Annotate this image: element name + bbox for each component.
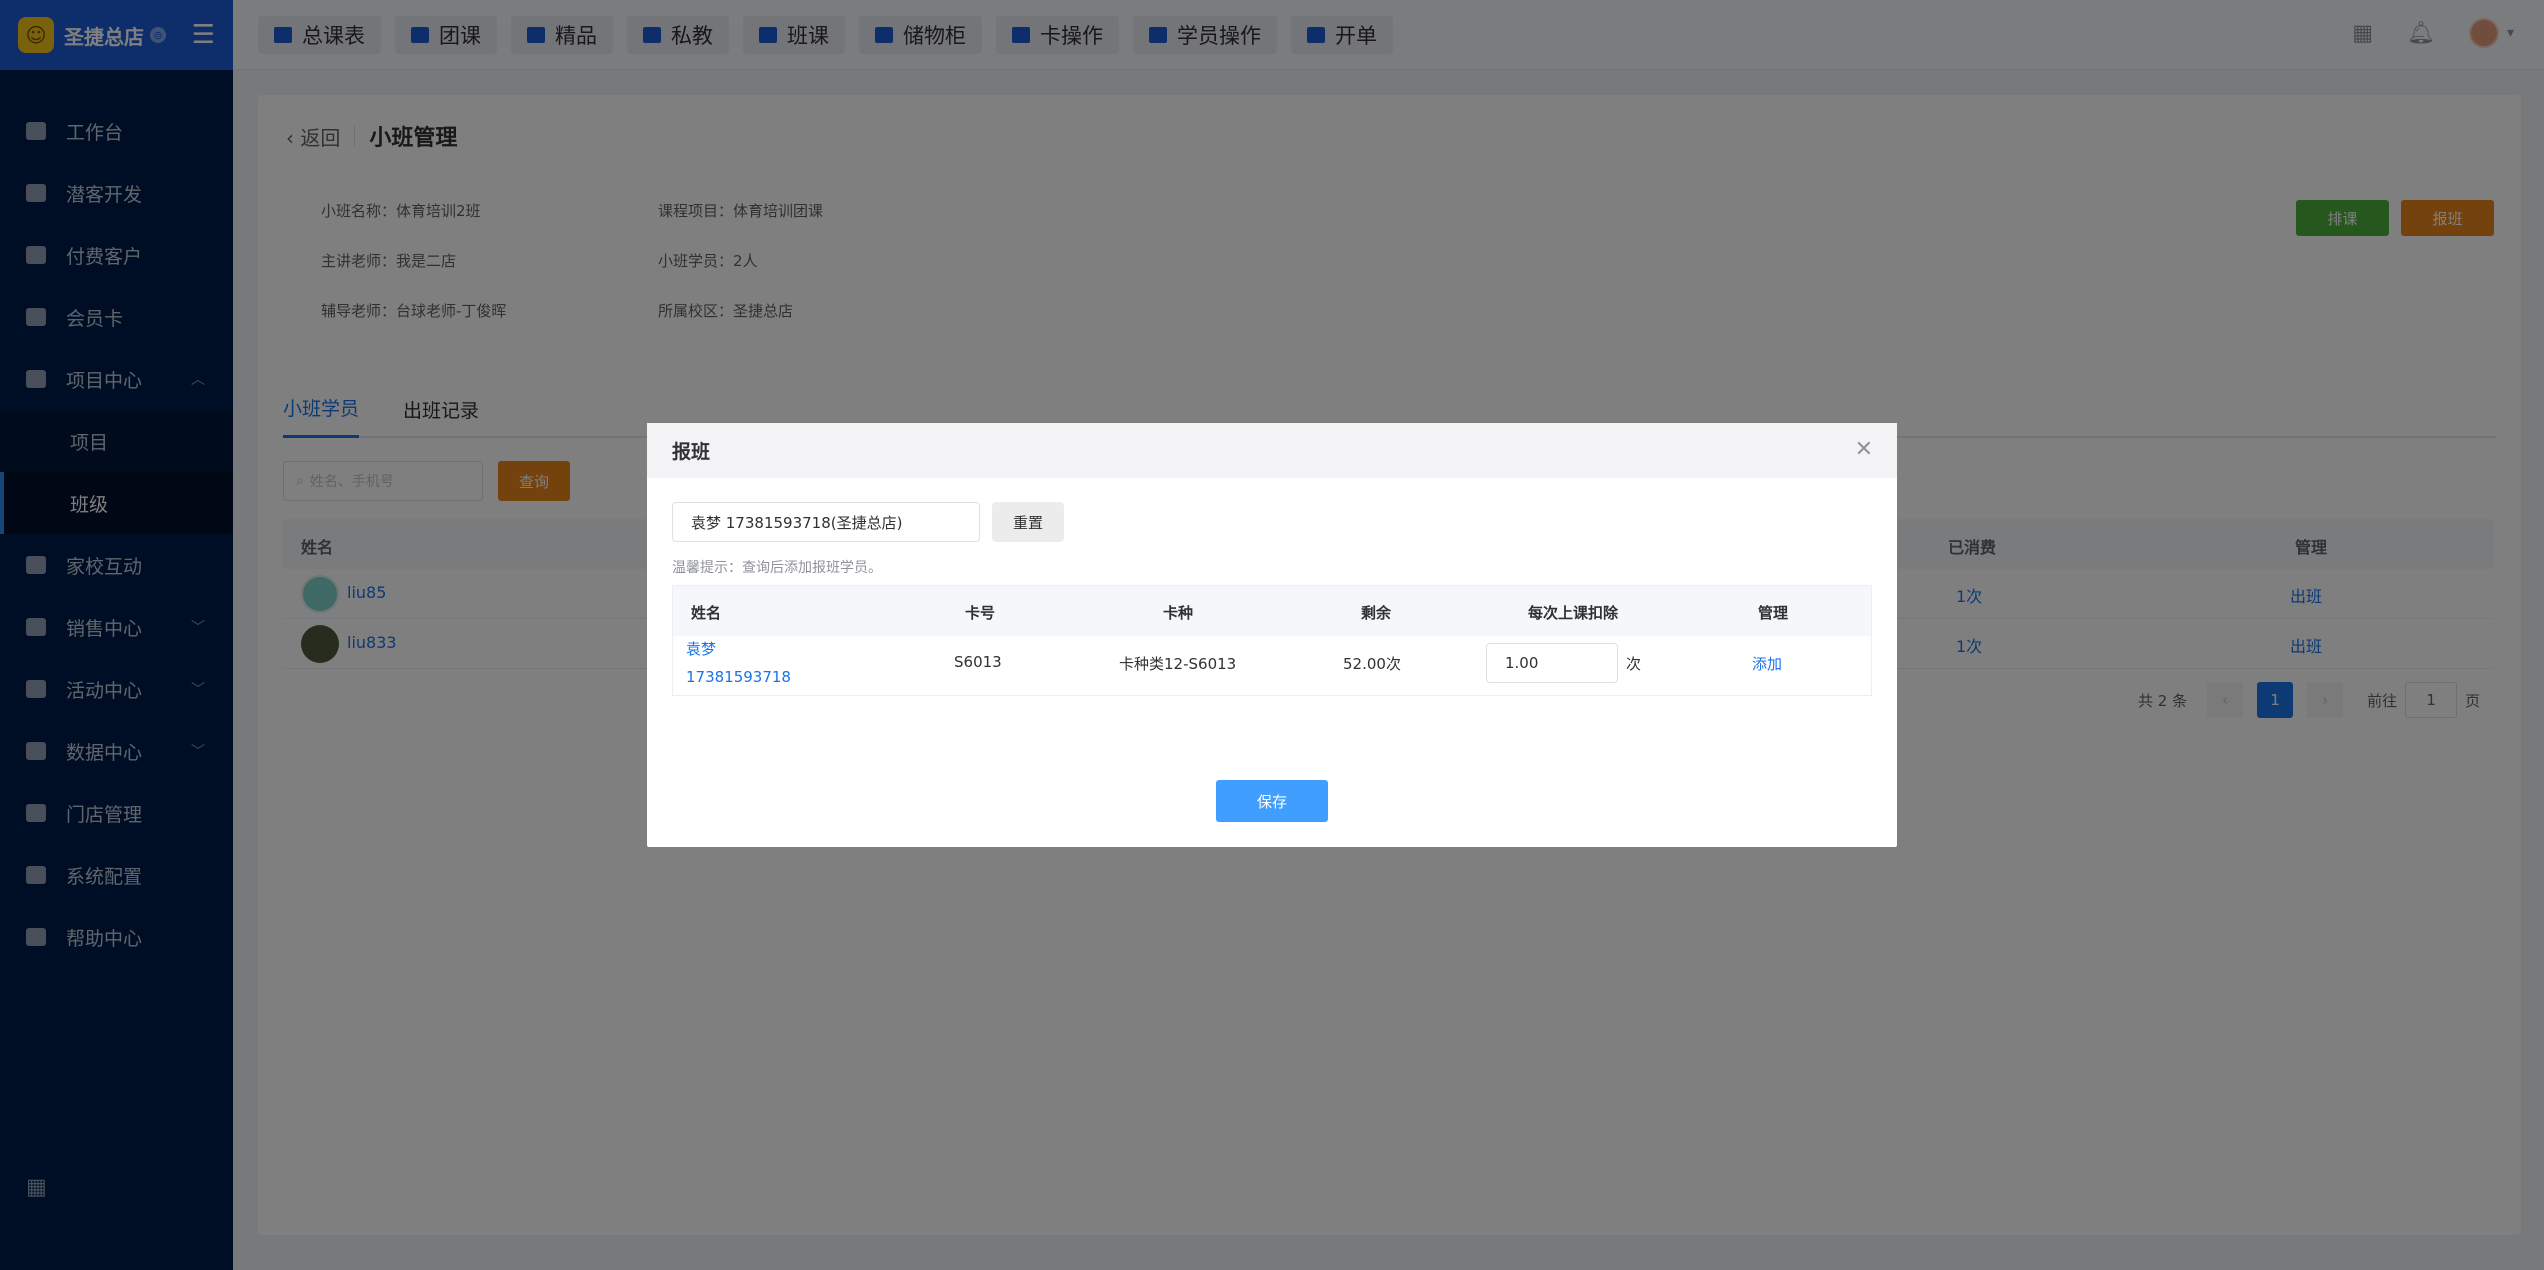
deduct-unit: 次: [1626, 655, 1642, 673]
student-name-link[interactable]: 袁梦: [686, 638, 716, 659]
deduct-per-class-input[interactable]: 1.00: [1486, 643, 1618, 683]
table-row: 袁梦 17381593718 S6013 卡种类12-S6013 52.00次 …: [673, 636, 1871, 696]
reset-button[interactable]: 重置: [992, 502, 1064, 542]
card-number: S6013: [954, 653, 1002, 671]
col-card-type: 卡种: [1163, 604, 1194, 622]
add-student-link[interactable]: 添加: [1752, 653, 1782, 674]
table-header: 姓名 卡号 卡种 剩余 每次上课扣除 管理: [673, 586, 1871, 636]
col-deduct: 每次上课扣除: [1528, 604, 1619, 622]
save-button[interactable]: 保存: [1216, 780, 1328, 822]
student-search-input[interactable]: 袁梦 17381593718(圣捷总店): [672, 502, 980, 542]
tip-text: 温馨提示：查询后添加报班学员。: [672, 560, 882, 576]
student-phone-link[interactable]: 17381593718: [686, 668, 791, 686]
card-type: 卡种类12-S6013: [1119, 655, 1237, 673]
dialog-header: 报班 ✕: [647, 423, 1897, 478]
col-manage: 管理: [1758, 604, 1789, 622]
close-icon[interactable]: ✕: [1855, 437, 1873, 462]
dialog-title: 报班: [672, 441, 711, 463]
col-name: 姓名: [691, 604, 722, 622]
col-remaining: 剩余: [1361, 604, 1392, 622]
col-card-no: 卡号: [965, 604, 996, 622]
remaining-count: 52.00次: [1343, 655, 1401, 673]
enroll-dialog: 报班 ✕ 袁梦 17381593718(圣捷总店) 重置 温馨提示：查询后添加报…: [647, 423, 1897, 847]
enroll-table: 姓名 卡号 卡种 剩余 每次上课扣除 管理 袁梦 17381593718 S60…: [672, 585, 1872, 696]
